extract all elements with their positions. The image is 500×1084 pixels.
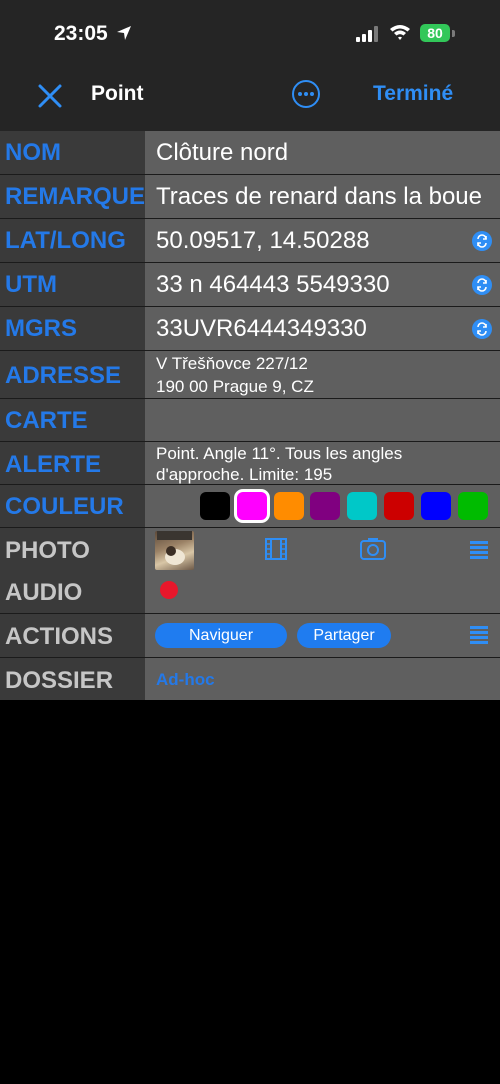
label-cell: REMARQUE — [0, 175, 145, 218]
carte-label: CARTE — [5, 407, 88, 434]
status-bar: 23:05 80 — [0, 0, 500, 62]
row-nom: NOM Clôture nord — [0, 131, 500, 175]
alerte-line2: d'approche. Limite: 195 — [156, 465, 333, 484]
nom-field[interactable]: Clôture nord — [145, 131, 500, 174]
utm-field[interactable]: 33 n 464443 5549330 — [145, 263, 500, 306]
adresse-line1: V Třešňovce 227/12 — [156, 354, 308, 373]
utm-label: UTM — [5, 271, 57, 298]
close-icon[interactable] — [36, 82, 64, 110]
row-remarque: REMARQUE Traces de renard dans la boue — [0, 175, 500, 219]
photo-label: PHOTO — [5, 537, 90, 564]
dossier-field: Ad-hoc — [145, 658, 500, 700]
dossier-link[interactable]: Ad-hoc — [156, 670, 215, 690]
color-swatch[interactable] — [384, 492, 414, 520]
video-film-icon[interactable] — [264, 537, 288, 561]
label-cell: LAT/LONG — [0, 219, 145, 262]
dossier-label: DOSSIER — [5, 667, 114, 694]
label-cell: ADRESSE — [0, 351, 145, 398]
media-field — [145, 528, 500, 613]
alerte-line1: Point. Angle 11°. Tous les angles — [156, 444, 403, 463]
color-swatch[interactable] — [457, 492, 488, 520]
convert-icon[interactable] — [472, 231, 492, 251]
convert-icon[interactable] — [472, 319, 492, 339]
photo-list-icon[interactable] — [470, 540, 488, 560]
remarque-value[interactable]: Traces de renard dans la boue — [156, 183, 482, 211]
latlong-field[interactable]: 50.09517, 14.50288 — [145, 219, 500, 262]
record-audio-button[interactable] — [160, 581, 178, 599]
label-cell: UTM — [0, 263, 145, 306]
adresse-field[interactable]: V Třešňovce 227/12 190 00 Prague 9, CZ — [145, 351, 500, 398]
remarque-label: REMARQUE — [5, 183, 146, 210]
row-dossier: DOSSIER Ad-hoc — [0, 658, 500, 700]
utm-value[interactable]: 33 n 464443 5549330 — [156, 271, 390, 299]
navigation-bar: Point Terminé — [0, 62, 500, 131]
label-cell: NOM — [0, 131, 145, 174]
carte-field[interactable] — [145, 399, 500, 441]
camera-icon[interactable] — [359, 537, 387, 561]
row-adresse: ADRESSE V Třešňovce 227/12 190 00 Prague… — [0, 351, 500, 399]
couleur-label: COULEUR — [5, 493, 124, 520]
nom-value[interactable]: Clôture nord — [156, 139, 288, 167]
color-swatch[interactable] — [310, 492, 341, 520]
status-time: 23:05 — [54, 22, 108, 45]
row-latlong: LAT/LONG 50.09517, 14.50288 — [0, 219, 500, 263]
wifi-icon — [390, 25, 410, 40]
color-swatch[interactable] — [420, 492, 451, 520]
latlong-value[interactable]: 50.09517, 14.50288 — [156, 227, 370, 255]
label-cell: ALERTE — [0, 442, 145, 484]
row-utm: UTM 33 n 464443 5549330 — [0, 263, 500, 307]
row-carte: CARTE — [0, 399, 500, 442]
adresse-label: ADRESSE — [5, 362, 122, 389]
page-title: Point — [91, 82, 144, 105]
color-swatch[interactable] — [273, 492, 304, 520]
alerte-field[interactable]: Point. Angle 11°. Tous les angles d'appr… — [145, 442, 500, 484]
label-cell: CARTE — [0, 399, 145, 441]
row-alerte: ALERTE Point. Angle 11°. Tous les angles… — [0, 442, 500, 485]
actions-label: ACTIONS — [5, 623, 113, 650]
convert-icon[interactable] — [472, 275, 492, 295]
remarque-field[interactable]: Traces de renard dans la boue — [145, 175, 500, 218]
label-cell: PHOTO AUDIO — [0, 528, 145, 613]
actions-list-icon[interactable] — [470, 625, 488, 645]
label-cell: MGRS — [0, 307, 145, 350]
alerte-label: ALERTE — [5, 451, 101, 478]
mgrs-label: MGRS — [5, 315, 77, 342]
share-button[interactable]: Partager — [297, 623, 391, 648]
label-cell: COULEUR — [0, 485, 145, 527]
point-details-table: NOM Clôture nord REMARQUE Traces de rena… — [0, 131, 500, 700]
audio-label: AUDIO — [5, 579, 83, 606]
cellular-signal-icon — [356, 26, 378, 42]
row-mgrs: MGRS 33UVR6444349330 — [0, 307, 500, 351]
actions-field: Naviguer Partager — [145, 614, 500, 657]
latlong-label: LAT/LONG — [5, 227, 126, 254]
adresse-line2: 190 00 Prague 9, CZ — [156, 377, 314, 396]
color-swatch[interactable] — [236, 492, 267, 520]
battery-tip — [452, 30, 455, 37]
color-swatch[interactable] — [200, 492, 230, 520]
battery-indicator: 80 — [420, 24, 450, 42]
nom-label: NOM — [5, 139, 61, 166]
navigate-button[interactable]: Naviguer — [155, 623, 287, 648]
mgrs-value[interactable]: 33UVR6444349330 — [156, 315, 367, 343]
color-swatch[interactable] — [347, 492, 378, 520]
label-cell: DOSSIER — [0, 658, 145, 700]
row-actions: ACTIONS Naviguer Partager — [0, 614, 500, 658]
row-photo-audio: PHOTO AUDIO — [0, 528, 500, 614]
photo-thumbnail[interactable] — [155, 531, 194, 570]
label-cell: ACTIONS — [0, 614, 145, 657]
mgrs-field[interactable]: 33UVR6444349330 — [145, 307, 500, 350]
more-options-icon[interactable] — [291, 79, 321, 109]
done-button[interactable]: Terminé — [373, 82, 453, 106]
location-arrow-icon — [117, 26, 131, 40]
row-couleur: COULEUR — [0, 485, 500, 528]
color-picker — [145, 485, 500, 527]
